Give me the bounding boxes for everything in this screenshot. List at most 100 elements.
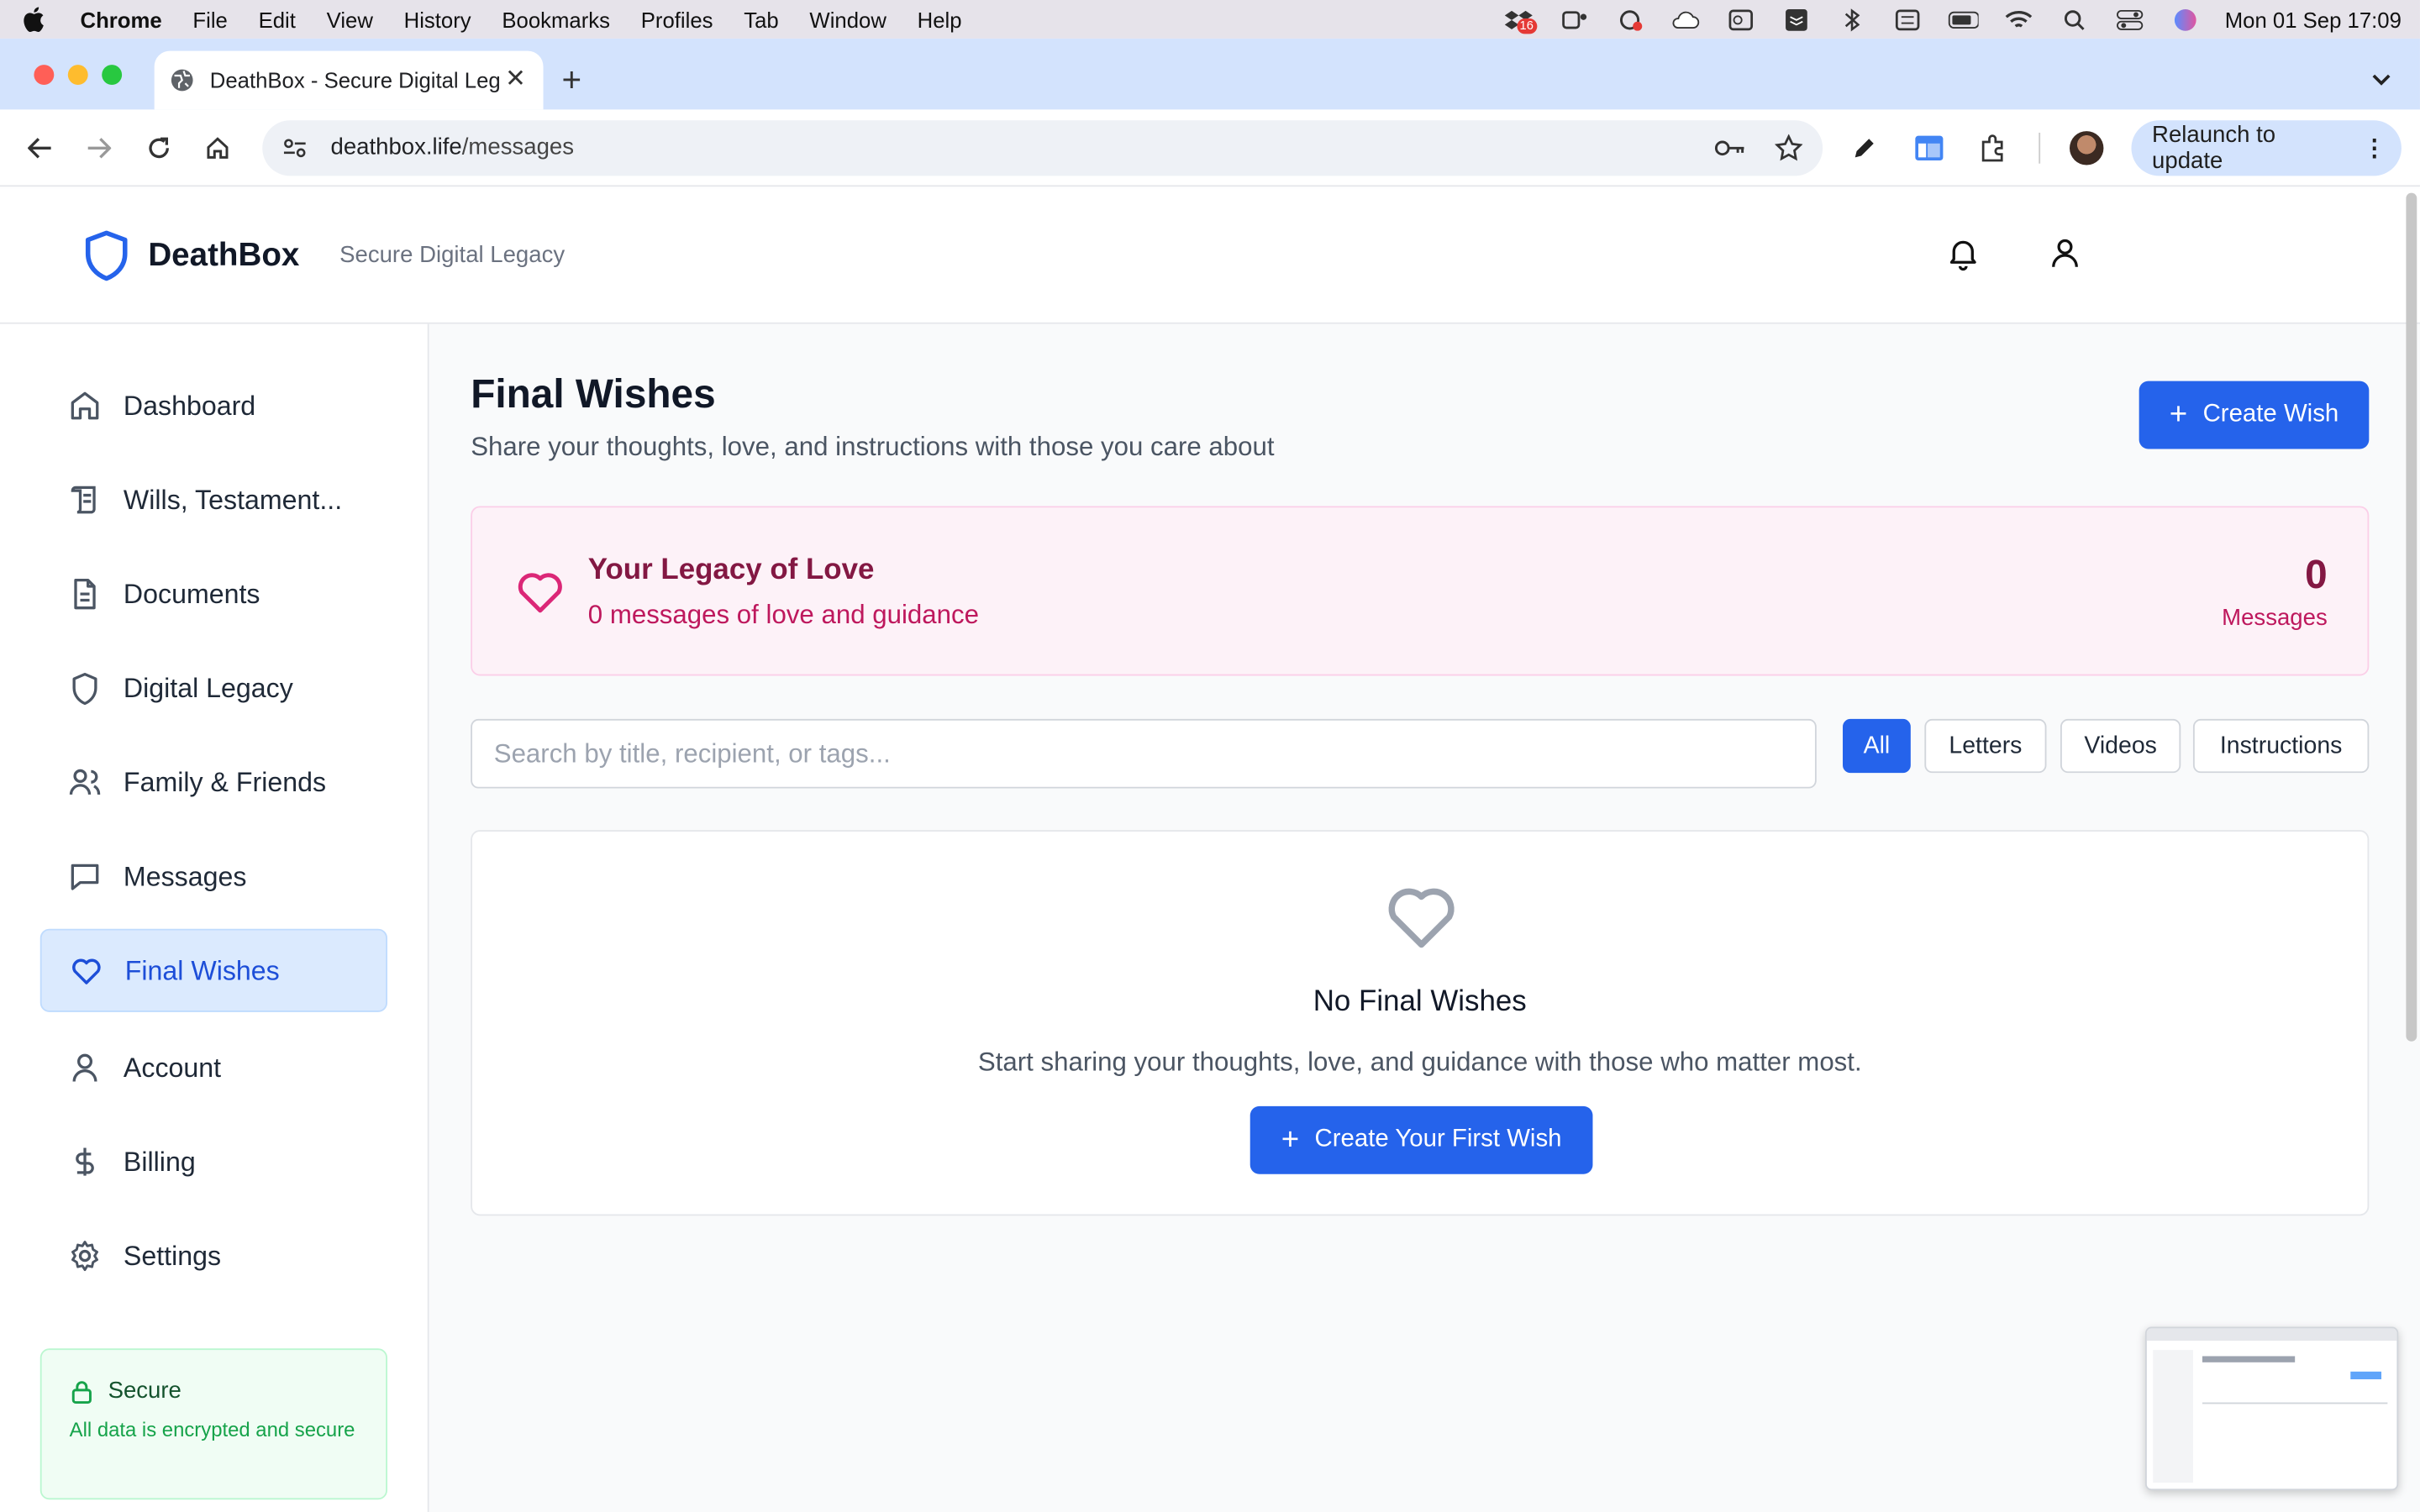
empty-state-title: No Final Wishes [1313,985,1527,1019]
back-arrow-icon[interactable] [18,126,61,169]
user-icon[interactable] [2046,234,2083,271]
more-menu-icon[interactable]: ⋮ [2363,134,2386,161]
dropbox-icon[interactable]: 16 [1502,8,1537,34]
url-host: deathbox.life [330,134,462,161]
wifi-icon[interactable] [2002,8,2033,30]
browser-toolbar: deathbox.life/messages Relaunch to updat… [0,109,2420,187]
window-controls [34,65,123,86]
menu-bookmarks[interactable]: Bookmarks [502,7,610,31]
menu-app-name[interactable]: Chrome [81,7,162,31]
sidebar-item-digital-legacy[interactable]: Digital Legacy [40,647,387,730]
page-title: Final Wishes [471,370,716,417]
vpn-icon[interactable] [1891,8,1923,30]
create-wish-label: Create Wish [2202,401,2339,428]
legacy-subtitle: 0 messages of love and guidance [587,600,980,630]
sidebar-item-label: Documents [123,577,260,609]
tab-layout-extension-icon[interactable] [1911,129,1947,165]
dollar-icon [68,1145,102,1179]
toolbar-divider [2039,132,2040,163]
tab-search-chevron-icon[interactable] [2365,63,2398,97]
thumb-title [2202,1356,2296,1362]
avatar [2069,130,2103,165]
sidebar-item-dashboard[interactable]: Dashboard [40,364,387,447]
sidebar-item-messages[interactable]: Messages [40,835,387,918]
menu-file[interactable]: File [192,7,227,31]
reload-icon[interactable] [138,126,181,169]
stack-icon[interactable] [1781,8,1812,30]
password-key-icon[interactable] [1711,129,1748,165]
battery-icon[interactable] [1947,8,1978,30]
site-info-icon[interactable] [278,130,312,164]
url-path: /messages [461,134,575,161]
sidebar-item-label: Wills, Testament... [123,483,343,515]
relaunch-button[interactable]: Relaunch to update ⋮ [2132,119,2402,176]
heart-icon [513,563,568,618]
apple-icon[interactable] [18,5,46,33]
browser-tab[interactable]: DeathBox - Secure Digital Leg ✕ [154,50,544,110]
pen-extension-icon[interactable] [1847,129,1883,165]
sidebar-item-wills[interactable]: Wills, Testament... [40,458,387,541]
bluetooth-icon[interactable] [1836,8,1867,31]
filter-all-button[interactable]: All [1843,718,1911,774]
close-tab-icon[interactable]: ✕ [503,67,528,92]
outlook-icon[interactable] [1725,8,1756,30]
filter-videos-button[interactable]: Videos [2060,718,2181,774]
tab-title: DeathBox - Secure Digital Leg [209,67,501,93]
sidebar-item-documents[interactable]: Documents [40,553,387,636]
menu-edit[interactable]: Edit [259,7,296,31]
minimize-window-button[interactable] [67,65,88,86]
file-icon [68,577,102,611]
cloud-icon[interactable] [1670,8,1701,30]
sidebar-item-billing[interactable]: Billing [40,1120,387,1203]
create-first-wish-button[interactable]: + Create Your First Wish [1249,1105,1593,1174]
sidebar-item-account[interactable]: Account [40,1026,387,1109]
legacy-title: Your Legacy of Love [587,554,875,586]
menu-view[interactable]: View [327,7,373,31]
home-icon [68,389,102,423]
sidebar-item-label: Final Wishes [124,953,280,985]
brand-name[interactable]: DeathBox [148,237,299,274]
control-center-icon[interactable] [2114,8,2145,30]
menu-tab[interactable]: Tab [744,7,778,31]
menu-history[interactable]: History [404,7,471,31]
sidebar-item-settings[interactable]: Settings [40,1214,387,1297]
message-count-label: Messages [2222,604,2328,632]
home-icon[interactable] [197,126,240,169]
screenshot-preview-thumbnail[interactable] [2145,1326,2399,1491]
zoom-window-button[interactable] [102,65,123,86]
bookmark-star-icon[interactable] [1770,129,1807,165]
thumb-line [2202,1402,2388,1404]
sidebar-item-label: Messages [123,859,247,891]
teams-icon[interactable] [1558,8,1589,30]
chrome-tabstrip: DeathBox - Secure Digital Leg ✕ + [0,38,2420,110]
menu-window[interactable]: Window [809,7,886,31]
address-bar[interactable]: deathbox.life/messages [262,119,1823,176]
menubar-clock[interactable]: Mon 01 Sep 17:09 [2225,7,2402,31]
filter-instructions-button[interactable]: Instructions [2192,718,2370,774]
siri-icon[interactable] [2170,8,2201,30]
page-subtitle: Share your thoughts, love, and instructi… [471,432,1275,462]
page-scrollbar[interactable] [2406,192,2417,1042]
creative-cloud-icon[interactable] [1613,8,1644,30]
sidebar-item-family-friends[interactable]: Family & Friends [40,741,387,824]
sidebar-item-final-wishes[interactable]: Final Wishes [39,928,388,1012]
extensions-puzzle-icon[interactable] [1975,129,2011,165]
profile-avatar[interactable] [2068,129,2104,165]
spotlight-search-icon[interactable] [2058,8,2089,30]
new-tab-icon[interactable]: + [562,60,582,101]
macos-menubar: Chrome File Edit View History Bookmarks … [0,0,2420,39]
filter-letters-button[interactable]: Letters [1924,718,2047,774]
create-wish-button[interactable]: + Create Wish [2139,381,2370,449]
brand-tagline: Secure Digital Legacy [339,242,566,269]
shield-icon [68,671,102,706]
shield-logo-icon[interactable] [83,229,129,281]
menu-help[interactable]: Help [918,7,962,31]
sidebar-item-label: Dashboard [123,389,256,421]
close-window-button[interactable] [34,65,55,86]
bell-icon[interactable] [1944,234,1981,271]
thumb-sidebar [2153,1350,2193,1483]
forward-arrow-icon[interactable] [78,126,121,169]
menu-profiles[interactable]: Profiles [641,7,713,31]
search-input[interactable] [471,718,1817,789]
empty-state-card: No Final Wishes Start sharing your thoug… [471,830,2370,1216]
